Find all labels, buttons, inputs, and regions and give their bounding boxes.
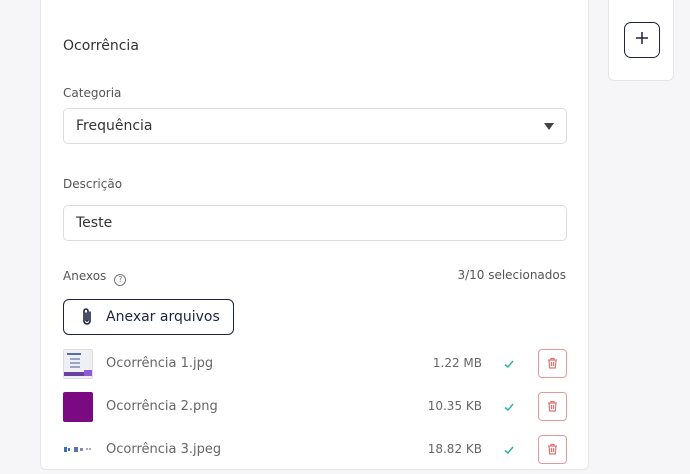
category-select[interactable]: Frequência (63, 108, 567, 144)
delete-file-button[interactable] (538, 349, 567, 378)
file-name: Ocorrência 2.png (106, 399, 218, 414)
delete-file-button[interactable] (538, 392, 567, 421)
description-label: Descrição (63, 177, 123, 191)
file-size: 18.82 KB (427, 442, 482, 456)
delete-file-button[interactable] (538, 435, 567, 464)
question-circle-icon[interactable]: ? (114, 273, 127, 286)
caret-down-icon (544, 123, 554, 130)
category-select-value: Frequência (76, 118, 153, 134)
file-thumbnail (63, 392, 93, 422)
attach-files-label: Anexar arquivos (106, 309, 220, 325)
file-row: Ocorrência 2.png 10.35 KB (63, 392, 567, 422)
file-size: 1.22 MB (432, 356, 482, 370)
description-input[interactable] (63, 205, 567, 241)
check-icon (503, 355, 515, 374)
occurrence-card: Ocorrência Categoria Frequência Descriçã… (40, 0, 589, 470)
add-button[interactable] (624, 22, 660, 58)
trash-icon (547, 354, 558, 373)
plus-icon (634, 30, 650, 50)
side-panel (608, 0, 674, 81)
file-name: Ocorrência 3.jpeg (106, 442, 222, 457)
file-name: Ocorrência 1.jpg (106, 356, 214, 371)
trash-icon (547, 397, 558, 416)
file-row: Ocorrência 1.jpg 1.22 MB (63, 349, 567, 379)
attachments-label-row: Anexos? (63, 269, 127, 286)
paperclip-icon (80, 307, 94, 327)
trash-icon (547, 440, 558, 459)
file-size: 10.35 KB (427, 399, 482, 413)
attachments-counter: 3/10 selecionados (457, 268, 566, 282)
attachments-label: Anexos (63, 269, 107, 283)
check-icon (503, 441, 515, 460)
section-title: Ocorrência (63, 38, 139, 54)
file-thumbnail (63, 349, 93, 379)
check-icon (503, 398, 515, 417)
file-row: Ocorrência 3.jpeg 18.82 KB (63, 435, 567, 465)
attach-files-button[interactable]: Anexar arquivos (63, 299, 234, 335)
category-label: Categoria (63, 86, 122, 100)
file-thumbnail (63, 435, 93, 465)
